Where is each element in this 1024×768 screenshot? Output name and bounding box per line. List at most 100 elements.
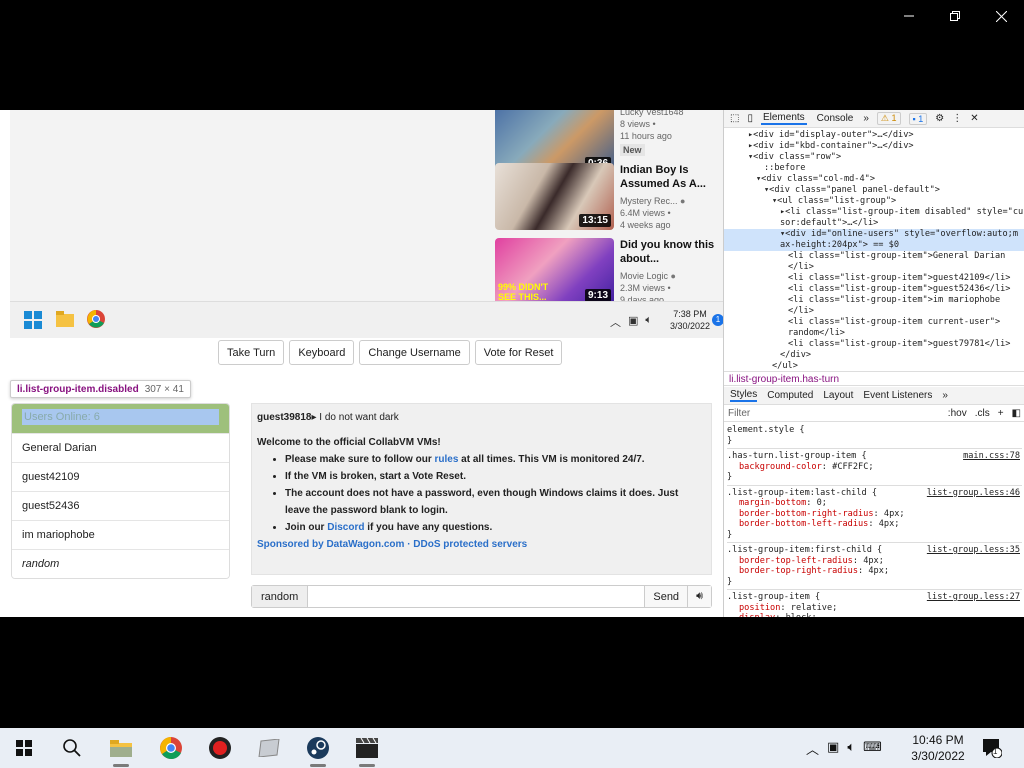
breadcrumb[interactable]: li.list-group-item.has-turn — [724, 371, 1024, 386]
dom-node-line[interactable]: ::before — [724, 163, 1024, 174]
notification-center-icon[interactable]: 1 — [982, 738, 1003, 761]
rule-property[interactable]: display: block; — [727, 613, 1022, 617]
tab-elements[interactable]: Elements — [760, 112, 807, 125]
device-toggle-icon[interactable]: ▯ — [747, 113, 753, 124]
chevron-up-icon[interactable]: ︿ — [610, 314, 621, 330]
chevron-up-icon[interactable]: ︿ — [806, 739, 819, 758]
dom-node-line[interactable]: ▾<div class="row"> — [724, 152, 1024, 163]
rule-property[interactable]: border-bottom-left-radius: 4px; — [727, 519, 1022, 530]
rule-property[interactable]: position: relative; — [727, 603, 1022, 614]
tab-styles[interactable]: Styles — [730, 389, 758, 402]
rules-link[interactable]: rules — [435, 454, 459, 465]
dom-node-line[interactable]: </ul> — [724, 361, 1024, 371]
dom-tree[interactable]: ▸<div id="display-outer">…</div> ▸<div id… — [724, 128, 1024, 371]
volume-button[interactable]: 🔊︎ — [687, 586, 711, 607]
close-button[interactable] — [978, 0, 1024, 32]
chrome-icon[interactable] — [151, 728, 191, 768]
dom-node-line[interactable]: <li class="list-group-item">im mariophob… — [724, 295, 1024, 306]
video-editor-icon[interactable] — [347, 728, 387, 768]
windows-start-icon[interactable] — [4, 728, 44, 768]
dom-node-line[interactable]: ▾<div id="online-users" style="overflow:… — [724, 229, 1024, 240]
more-tabs-icon[interactable]: » — [863, 113, 869, 124]
video-item[interactable]: 13:15 Indian Boy Is Assumed As A... Myst… — [495, 163, 723, 233]
user-item[interactable]: General Darian — [12, 433, 229, 462]
warnings-badge[interactable]: ⚠ 1 — [876, 112, 901, 125]
dom-node-line[interactable]: sor:default">…</li> — [724, 218, 1024, 229]
app-icon[interactable] — [249, 728, 289, 768]
host-clock[interactable]: 10:46 PM 3/30/2022 — [906, 732, 970, 764]
video-item[interactable]: 99% DIDN'T SEE THIS... 9:13 Did you know… — [495, 238, 723, 308]
vm-notification-badge[interactable]: 1 — [712, 314, 723, 326]
dom-node-line[interactable]: ▾<div class="panel panel-default"> — [724, 185, 1024, 196]
rule-property[interactable]: border-top-left-radius: 4px; — [727, 556, 1022, 567]
dom-node-line[interactable]: </div> — [724, 350, 1024, 361]
more-subtabs-icon[interactable]: » — [942, 390, 948, 401]
toggle-sidebar-icon[interactable]: ◧ — [1012, 408, 1021, 419]
dom-node-line[interactable]: ▸<div id="kbd-container">…</div> — [724, 141, 1024, 152]
dom-node-line[interactable]: <li class="list-group-item current-user"… — [724, 317, 1024, 328]
minimize-button[interactable] — [886, 0, 932, 32]
messages-badge[interactable]: ▪ 1 — [908, 112, 928, 125]
tab-layout[interactable]: Layout — [823, 390, 853, 401]
take-turn-button[interactable]: Take Turn — [218, 340, 285, 365]
tab-event-listeners[interactable]: Event Listeners — [863, 390, 932, 401]
username-label[interactable]: random — [252, 586, 309, 607]
windows-start-icon[interactable] — [24, 311, 42, 332]
chrome-icon[interactable] — [87, 310, 105, 331]
network-icon[interactable]: ▣ — [827, 739, 839, 758]
tab-computed[interactable]: Computed — [767, 390, 813, 401]
settings-gear-icon[interactable]: ⚙ — [935, 113, 944, 124]
rule-selector[interactable]: element.style { — [727, 425, 1022, 436]
speaker-icon[interactable]: 🔈︎ — [645, 314, 652, 330]
send-button[interactable]: Send — [644, 586, 688, 607]
vm-clock[interactable]: 7:38 PM 3/30/2022 — [670, 308, 710, 332]
speaker-icon[interactable]: 🔈︎ — [847, 739, 855, 758]
tab-console[interactable]: Console — [815, 113, 856, 124]
rule-property[interactable]: margin-bottom: 0; — [727, 498, 1022, 509]
hov-toggle[interactable]: :hov — [948, 408, 967, 419]
dom-node-line[interactable]: ax-height:204px"> == $0 — [724, 240, 1024, 251]
sponsor-text[interactable]: Sponsored by DataWagon.com · DDoS protec… — [257, 536, 706, 553]
record-app-icon[interactable] — [200, 728, 240, 768]
dom-node-line[interactable]: <li class="list-group-item">guest52436</… — [724, 284, 1024, 295]
file-explorer-icon[interactable] — [56, 311, 74, 330]
add-rule-icon[interactable]: + — [998, 408, 1004, 419]
rule-source-link[interactable]: main.css:78 — [963, 451, 1020, 462]
dom-node-line[interactable]: ▸<div id="display-outer">…</div> — [724, 130, 1024, 141]
rule-source-link[interactable]: list-group.less:35 — [927, 545, 1020, 556]
filter-input[interactable]: Filter — [728, 408, 940, 419]
dom-node-line[interactable]: <li class="list-group-item">guest42109</… — [724, 273, 1024, 284]
rule-source-link[interactable]: list-group.less:27 — [927, 592, 1020, 603]
rule-source-link[interactable]: list-group.less:46 — [927, 488, 1020, 499]
vote-reset-button[interactable]: Vote for Reset — [474, 340, 563, 365]
change-username-button[interactable]: Change Username — [359, 340, 470, 365]
user-item[interactable]: guest42109 — [12, 462, 229, 491]
dom-node-line[interactable]: ▸<li class="list-group-item disabled" st… — [724, 207, 1024, 218]
rule-property[interactable]: border-bottom-right-radius: 4px; — [727, 509, 1022, 520]
keyboard-icon[interactable]: ⌨ — [863, 739, 882, 758]
close-devtools-icon[interactable]: ✕ — [970, 113, 978, 124]
chat-input[interactable] — [308, 586, 645, 607]
kebab-menu-icon[interactable]: ⋮ — [952, 113, 962, 124]
restore-button[interactable] — [932, 0, 978, 32]
current-user-item[interactable]: random — [12, 549, 229, 578]
dom-node-line[interactable]: </li> — [724, 262, 1024, 273]
inspect-element-icon[interactable]: ⬚ — [730, 113, 739, 124]
user-item[interactable]: guest52436 — [12, 491, 229, 520]
discord-link[interactable]: Discord — [327, 522, 364, 533]
rule-property[interactable]: background-color: #CFF2FC; — [727, 462, 1022, 473]
dom-node-line[interactable]: </li> — [724, 306, 1024, 317]
dom-node-line[interactable]: ▾<div class="col-md-4"> — [724, 174, 1024, 185]
dom-node-line[interactable]: random</li> — [724, 328, 1024, 339]
user-item[interactable]: im mariophobe — [12, 520, 229, 549]
vm-display[interactable]: 0:36 Lucky Vest1648 8 views • 11 hours a… — [10, 110, 723, 338]
network-icon[interactable]: ▣ — [628, 314, 638, 330]
dom-node-line[interactable]: <li class="list-group-item">guest79781</… — [724, 339, 1024, 350]
rule-property[interactable]: border-top-right-radius: 4px; — [727, 566, 1022, 577]
file-explorer-icon[interactable] — [101, 728, 141, 768]
cls-toggle[interactable]: .cls — [975, 408, 990, 419]
search-icon[interactable] — [52, 728, 92, 768]
dom-node-line[interactable]: ▾<ul class="list-group"> — [724, 196, 1024, 207]
steam-icon[interactable] — [298, 728, 338, 768]
keyboard-button[interactable]: Keyboard — [289, 340, 355, 365]
